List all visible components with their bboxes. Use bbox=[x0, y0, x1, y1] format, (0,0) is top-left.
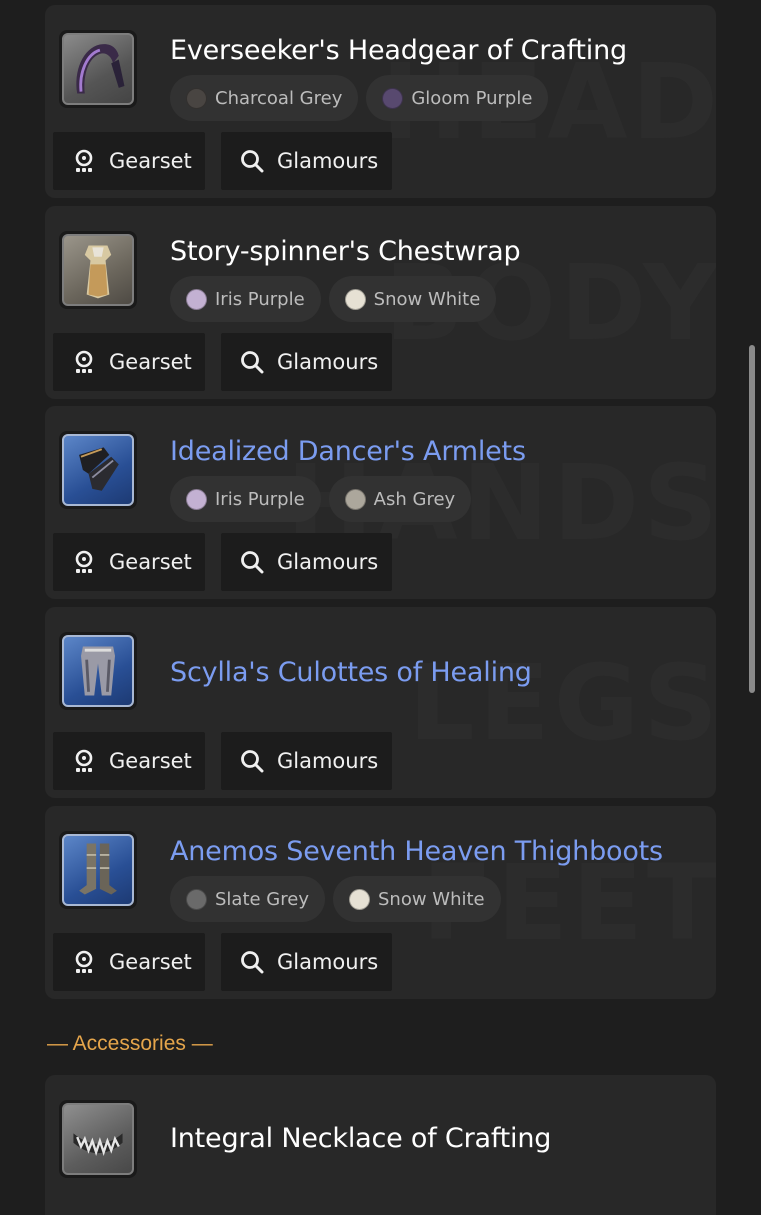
dye-chip: Charcoal Grey bbox=[170, 75, 359, 121]
culottes-icon bbox=[62, 635, 134, 707]
gearset-label: Gearset bbox=[109, 950, 192, 974]
gear-card-necklace: Integral Necklace of Crafting bbox=[45, 1075, 716, 1215]
dye-chip: Snow White bbox=[328, 276, 497, 322]
search-icon bbox=[239, 949, 265, 975]
section-heading-accessories: — Accessories — bbox=[47, 1032, 213, 1055]
dye-label: Gloom Purple bbox=[411, 87, 533, 109]
gearset-icon bbox=[71, 748, 97, 774]
search-icon bbox=[239, 148, 265, 174]
dye-swatch bbox=[344, 488, 366, 510]
glamours-label: Glamours bbox=[277, 350, 379, 374]
dye-swatch bbox=[186, 87, 207, 109]
gearset-button[interactable]: Gearset bbox=[53, 132, 205, 190]
necklace-icon bbox=[62, 1103, 134, 1175]
gearset-button[interactable]: Gearset bbox=[53, 933, 205, 991]
item-title[interactable]: Idealized Dancer's Armlets bbox=[170, 436, 526, 467]
gear-card-legs: LEGS Scylla's Culottes of Healing Gearse… bbox=[45, 607, 716, 798]
thighboots-icon bbox=[62, 834, 134, 906]
gear-card-body: BODY Story-spinner's Chestwrap Iris Purp… bbox=[45, 206, 716, 399]
dye-swatch bbox=[186, 888, 207, 910]
gearset-icon bbox=[71, 349, 97, 375]
chestwrap-icon bbox=[62, 234, 134, 306]
dye-label: Ash Grey bbox=[373, 488, 456, 510]
search-icon bbox=[239, 748, 265, 774]
gearset-button[interactable]: Gearset bbox=[53, 732, 205, 790]
gearset-label: Gearset bbox=[109, 550, 192, 574]
dye-chip: Ash Grey bbox=[328, 476, 472, 522]
dye-chip: Gloom Purple bbox=[366, 75, 549, 121]
glamours-label: Glamours bbox=[277, 149, 379, 173]
gearset-icon bbox=[71, 949, 97, 975]
glamours-label: Glamours bbox=[277, 749, 379, 773]
dye-chip: Iris Purple bbox=[170, 476, 321, 522]
dye-swatch bbox=[186, 488, 207, 510]
glamours-label: Glamours bbox=[277, 550, 379, 574]
item-title[interactable]: Scylla's Culottes of Healing bbox=[170, 657, 532, 688]
gearset-button[interactable]: Gearset bbox=[53, 333, 205, 391]
glamours-button[interactable]: Glamours bbox=[221, 732, 392, 790]
glamours-label: Glamours bbox=[277, 950, 379, 974]
item-title[interactable]: Anemos Seventh Heaven Thighboots bbox=[170, 836, 663, 867]
gear-card-hands: HANDS Idealized Dancer's Armlets Iris Pu… bbox=[45, 406, 716, 599]
dye-label: Charcoal Grey bbox=[215, 87, 343, 109]
item-thumbnail[interactable] bbox=[59, 831, 137, 909]
dye-chip: Slate Grey bbox=[170, 876, 325, 922]
gearset-button[interactable]: Gearset bbox=[53, 533, 205, 591]
dye-label: Snow White bbox=[378, 888, 485, 910]
gearset-label: Gearset bbox=[109, 350, 192, 374]
dye-label: Iris Purple bbox=[215, 488, 305, 510]
dye-label: Snow White bbox=[373, 288, 481, 310]
gearset-label: Gearset bbox=[109, 749, 192, 773]
item-thumbnail[interactable] bbox=[59, 1100, 137, 1178]
glamours-button[interactable]: Glamours bbox=[221, 132, 392, 190]
dye-swatch bbox=[186, 288, 207, 310]
dye-swatch bbox=[382, 87, 404, 109]
dye-label: Slate Grey bbox=[215, 888, 309, 910]
armlets-icon bbox=[62, 434, 134, 506]
dye-label: Iris Purple bbox=[215, 288, 305, 310]
dye-chips: Charcoal Grey Gloom Purple bbox=[170, 75, 549, 121]
item-title[interactable]: Story-spinner's Chestwrap bbox=[170, 236, 521, 267]
item-title[interactable]: Integral Necklace of Crafting bbox=[170, 1123, 551, 1154]
item-thumbnail[interactable] bbox=[59, 30, 137, 108]
dye-chip: Iris Purple bbox=[170, 276, 321, 322]
dye-swatch bbox=[349, 888, 370, 910]
gear-card-feet: FEET Anemos Seventh Heaven Thighboots Sl… bbox=[45, 806, 716, 999]
dye-chips: Iris Purple Ash Grey bbox=[170, 476, 472, 522]
search-icon bbox=[239, 549, 265, 575]
headgear-icon bbox=[62, 33, 134, 105]
scrollbar[interactable] bbox=[749, 345, 755, 693]
dye-swatch bbox=[344, 288, 366, 310]
search-icon bbox=[239, 349, 265, 375]
dye-chip: Snow White bbox=[333, 876, 501, 922]
dye-chips: Iris Purple Snow White bbox=[170, 276, 497, 322]
item-thumbnail[interactable] bbox=[59, 231, 137, 309]
glamours-button[interactable]: Glamours bbox=[221, 333, 392, 391]
item-thumbnail[interactable] bbox=[59, 632, 137, 710]
glamours-button[interactable]: Glamours bbox=[221, 533, 392, 591]
gearset-icon bbox=[71, 549, 97, 575]
glamours-button[interactable]: Glamours bbox=[221, 933, 392, 991]
item-thumbnail[interactable] bbox=[59, 431, 137, 509]
gearset-icon bbox=[71, 148, 97, 174]
gearset-label: Gearset bbox=[109, 149, 192, 173]
dye-chips: Slate Grey Snow White bbox=[170, 876, 501, 922]
item-title[interactable]: Everseeker's Headgear of Crafting bbox=[170, 35, 627, 66]
gear-card-head: HEAD Everseeker's Headgear of Crafting C… bbox=[45, 5, 716, 198]
